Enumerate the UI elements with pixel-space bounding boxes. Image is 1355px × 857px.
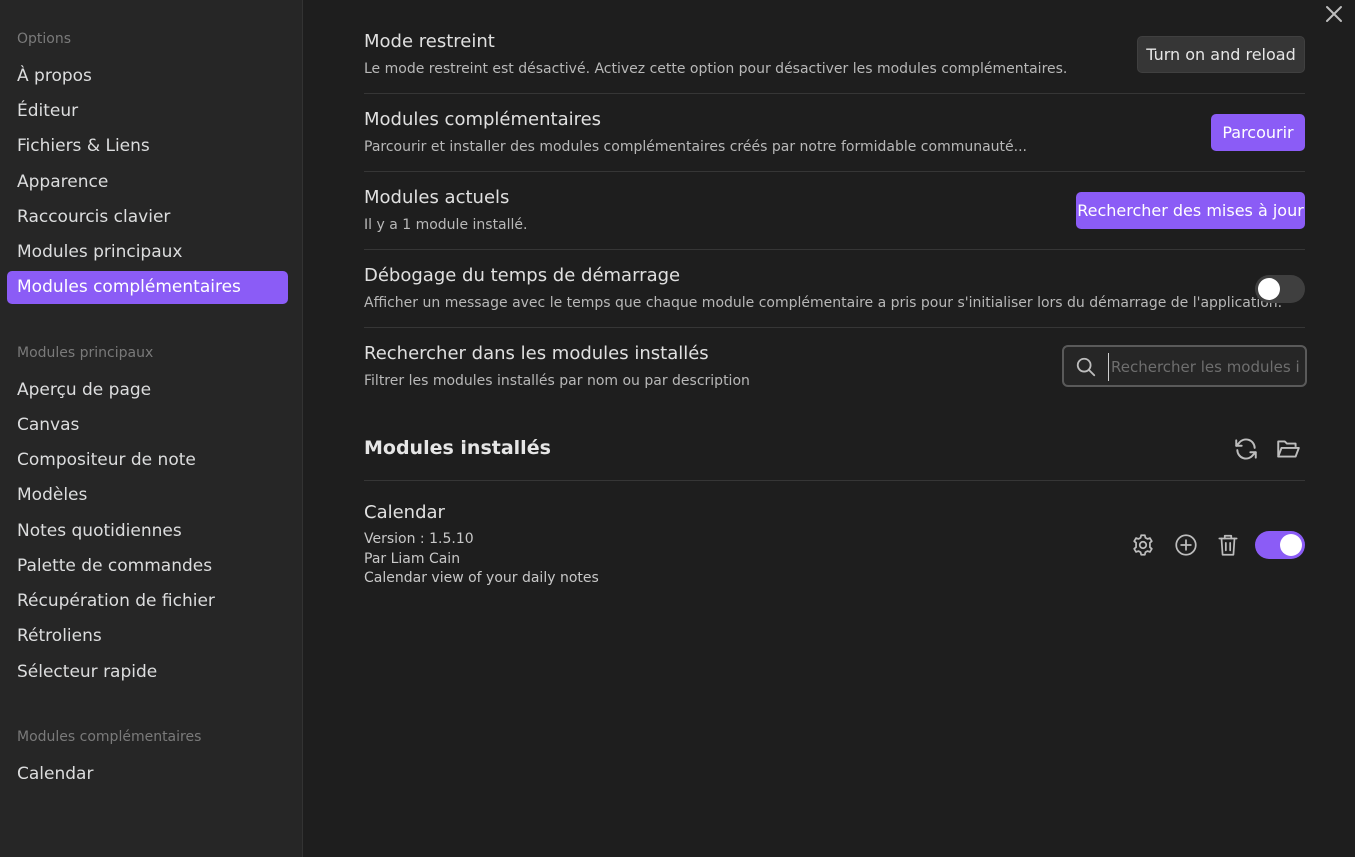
- trash-icon: [1218, 534, 1238, 556]
- plugin-hotkeys-button[interactable]: [1173, 532, 1199, 558]
- folder-open-icon: [1277, 440, 1300, 458]
- section-title-community-plugins: Modules complémentaires: [17, 729, 202, 745]
- plugin-author: Par Liam Cain: [364, 551, 461, 567]
- sidebar-item-editor[interactable]: Éditeur: [7, 95, 288, 128]
- sidebar-item-about[interactable]: À propos: [7, 60, 288, 93]
- sidebar-item-file-recovery[interactable]: Récupération de fichier: [7, 585, 288, 618]
- settings-sidebar: Options À propos Éditeur Fichiers & Lien…: [0, 0, 303, 857]
- divider: [364, 480, 1305, 481]
- section-title-core-plugins: Modules principaux: [17, 345, 154, 361]
- plugin-uninstall-button[interactable]: [1215, 532, 1241, 558]
- plugin-description: Calendar view of your daily notes: [364, 570, 599, 586]
- gear-icon: [1133, 534, 1153, 556]
- sidebar-item-canvas[interactable]: Canvas: [7, 409, 288, 442]
- refresh-icon: [1235, 438, 1257, 460]
- sidebar-item-command-palette[interactable]: Palette de commandes: [7, 550, 288, 583]
- debug-startup-toggle[interactable]: [1255, 275, 1305, 303]
- sidebar-item-templates[interactable]: Modèles: [7, 479, 288, 512]
- sidebar-item-community-plugins[interactable]: Modules complémentaires: [7, 271, 288, 304]
- sidebar-item-backlinks[interactable]: Rétroliens: [7, 620, 288, 653]
- plus-circle-icon: [1175, 534, 1197, 556]
- toggle-knob: [1280, 534, 1302, 556]
- browse-button[interactable]: Parcourir: [1211, 114, 1305, 151]
- settings-content: Mode restreint Le mode restreint est dés…: [304, 0, 1355, 857]
- search-box: [1062, 345, 1307, 387]
- turn-on-reload-button[interactable]: Turn on and reload: [1137, 36, 1305, 73]
- search-icon: [1076, 357, 1096, 377]
- plugin-settings-button[interactable]: [1130, 532, 1156, 558]
- open-plugins-folder-button[interactable]: [1275, 436, 1301, 462]
- settings-window: Options À propos Éditeur Fichiers & Lien…: [0, 0, 1355, 857]
- current-plugins-desc: Il y a 1 module installé.: [364, 217, 528, 233]
- community-plugins-desc: Parcourir et installer des modules compl…: [364, 139, 1027, 155]
- sidebar-item-hotkeys[interactable]: Raccourcis clavier: [7, 201, 288, 234]
- search-installed-title: Rechercher dans les modules installés: [364, 343, 709, 364]
- sidebar-item-files-links[interactable]: Fichiers & Liens: [7, 130, 288, 163]
- section-title-options: Options: [17, 31, 72, 47]
- sidebar-item-calendar[interactable]: Calendar: [7, 758, 288, 791]
- sidebar-item-core-plugins[interactable]: Modules principaux: [7, 236, 288, 269]
- plugin-enable-toggle[interactable]: [1255, 531, 1305, 559]
- debug-startup-desc: Afficher un message avec le temps que ch…: [364, 295, 1283, 311]
- debug-startup-title: Débogage du temps de démarrage: [364, 265, 681, 286]
- divider: [364, 249, 1305, 250]
- search-installed-desc: Filtrer les modules installés par nom ou…: [364, 373, 750, 389]
- reload-plugins-button[interactable]: [1233, 436, 1259, 462]
- sidebar-item-note-composer[interactable]: Compositeur de note: [7, 444, 288, 477]
- sidebar-item-appearance[interactable]: Apparence: [7, 166, 288, 199]
- sidebar-item-daily-notes[interactable]: Notes quotidiennes: [7, 515, 288, 548]
- divider: [364, 171, 1305, 172]
- toggle-knob: [1258, 278, 1280, 300]
- installed-plugins-heading: Modules installés: [364, 437, 551, 459]
- community-plugins-title: Modules complémentaires: [364, 109, 602, 130]
- current-plugins-title: Modules actuels: [364, 187, 510, 208]
- divider: [364, 327, 1305, 328]
- plugin-version: Version : 1.5.10: [364, 531, 474, 547]
- divider: [364, 93, 1305, 94]
- sidebar-item-quick-switcher[interactable]: Sélecteur rapide: [7, 656, 288, 689]
- plugin-name: Calendar: [364, 502, 445, 523]
- sidebar-item-page-preview[interactable]: Aperçu de page: [7, 374, 288, 407]
- restricted-mode-title: Mode restreint: [364, 31, 495, 52]
- restricted-mode-desc: Le mode restreint est désactivé. Activez…: [364, 61, 1068, 77]
- search-plugins-input[interactable]: [1108, 353, 1303, 381]
- check-updates-button[interactable]: Rechercher des mises à jour: [1076, 192, 1305, 229]
